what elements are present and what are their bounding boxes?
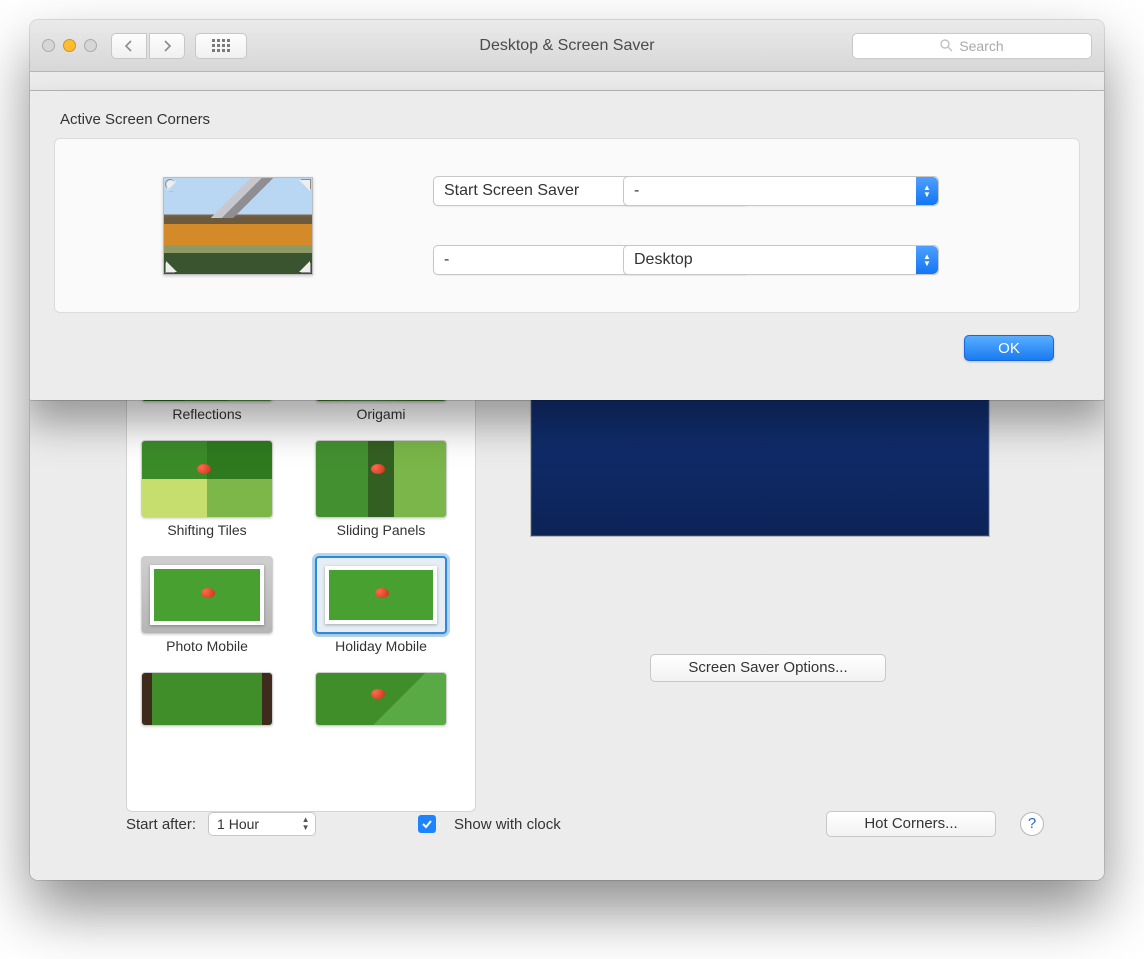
nav-buttons	[111, 33, 185, 59]
sheet-title: Active Screen Corners	[60, 111, 1080, 128]
hot-corners-button[interactable]: Hot Corners...	[826, 811, 996, 837]
screensaver-label: Shifting Tiles	[132, 522, 282, 538]
screensaver-label: Sliding Panels	[306, 522, 456, 538]
screen-saver-options-button[interactable]: Screen Saver Options...	[650, 654, 886, 682]
corner-value: Desktop	[634, 251, 693, 268]
screensaver-label: Photo Mobile	[132, 638, 282, 654]
show-all-button[interactable]	[195, 33, 247, 59]
preferences-window: Desktop & Screen Saver Search Reflection…	[30, 20, 1104, 880]
corner-value: -	[444, 251, 449, 268]
back-button[interactable]	[111, 33, 147, 59]
stepper-icon: ▲▼	[298, 815, 313, 833]
corner-value: -	[634, 182, 639, 199]
ok-button[interactable]: OK	[964, 335, 1054, 361]
close-icon[interactable]	[42, 39, 55, 52]
chevron-up-down-icon: ▲▼	[916, 246, 938, 274]
screensaver-thumbnail	[141, 672, 273, 726]
screensaver-label: Origami	[306, 406, 456, 422]
search-icon	[940, 39, 953, 52]
start-after-select[interactable]: 1 Hour ▲▼	[208, 812, 316, 836]
footer-bar: Start after: 1 Hour ▲▼ Show with clock H…	[126, 808, 1044, 840]
minimize-icon[interactable]	[63, 39, 76, 52]
screensaver-item[interactable]: Sliding Panels	[306, 440, 456, 550]
traffic-lights	[42, 39, 97, 52]
screensaver-label: Holiday Mobile	[306, 638, 456, 654]
display-preview	[163, 177, 313, 275]
checkmark-icon	[421, 818, 433, 830]
help-button[interactable]: ?	[1020, 812, 1044, 836]
screensaver-thumbnail	[315, 556, 447, 634]
titlebar: Desktop & Screen Saver Search	[30, 20, 1104, 72]
chevron-up-down-icon: ▲▼	[916, 177, 938, 205]
screensaver-item[interactable]	[306, 672, 456, 730]
screensaver-thumbnail	[315, 672, 447, 726]
screensaver-label: Reflections	[132, 406, 282, 422]
forward-button[interactable]	[149, 33, 185, 59]
screensaver-item[interactable]: Shifting Tiles	[132, 440, 282, 550]
start-after-label: Start after:	[126, 816, 196, 833]
show-with-clock-checkbox[interactable]	[418, 815, 436, 833]
search-placeholder: Search	[959, 38, 1003, 54]
corner-value: Start Screen Saver	[444, 182, 579, 199]
hot-corners-sheet: Active Screen Corners Start Screen Saver…	[30, 90, 1104, 400]
screensaver-item[interactable]	[132, 672, 282, 730]
hot-corners-panel: Start Screen Saver ▲▼ - ▲▼ - ▲▼ Desktop ▲▼	[54, 138, 1080, 313]
corner-select-bottom-right[interactable]: Desktop ▲▼	[623, 245, 939, 275]
start-after-value: 1 Hour	[217, 816, 259, 832]
screensaver-thumbnail	[315, 440, 447, 518]
screensaver-item[interactable]: Photo Mobile	[132, 556, 282, 666]
show-with-clock-label: Show with clock	[454, 816, 561, 833]
search-input[interactable]: Search	[852, 33, 1092, 59]
zoom-icon[interactable]	[84, 39, 97, 52]
screensaver-item-selected[interactable]: Holiday Mobile	[306, 556, 456, 666]
screensaver-grid: Reflections Origami Shifting Tiles Slidi…	[132, 372, 472, 730]
screensaver-thumbnail	[141, 556, 273, 634]
corner-select-top-right[interactable]: - ▲▼	[623, 176, 939, 206]
screensaver-thumbnail	[141, 440, 273, 518]
